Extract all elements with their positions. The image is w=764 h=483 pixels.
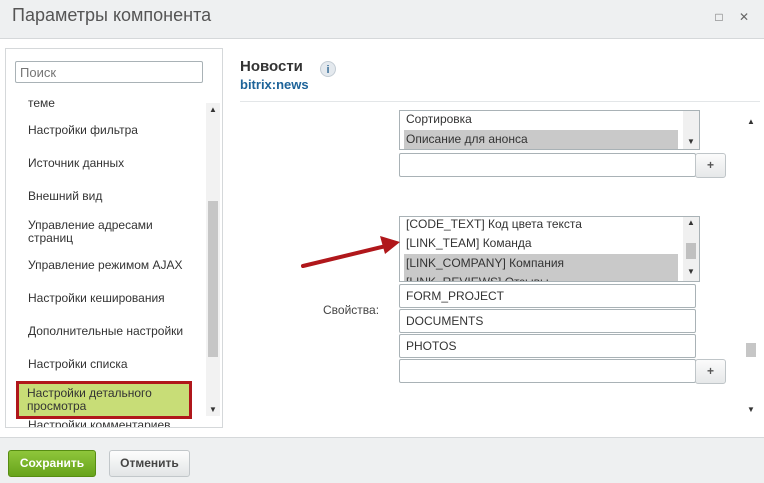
list-option[interactable]: Сортировка — [404, 111, 678, 130]
settings-sidebar: теме Настройки фильтра Источник данных В… — [5, 48, 223, 428]
list-option-selected[interactable]: Описание для анонса — [404, 130, 678, 149]
sidebar-scroll-thumb[interactable] — [208, 201, 218, 357]
properties-label: Свойства: — [323, 303, 380, 317]
listbox-scrollbar[interactable]: ▼ — [683, 111, 699, 149]
scroll-up-icon[interactable]: ▲ — [206, 105, 220, 114]
annotation-arrow-icon — [301, 236, 400, 268]
listbox-scrollbar[interactable]: ▲ ▼ — [683, 217, 699, 281]
content-scroll-thumb[interactable] — [746, 343, 756, 357]
content-scrollbar[interactable]: ▲ ▼ — [743, 115, 759, 420]
info-icon[interactable]: i — [320, 61, 336, 77]
sidebar-scrollbar[interactable]: ▲ ▼ — [206, 103, 220, 416]
dialog-title-bar: Параметры компонента □ ✕ — [0, 0, 764, 39]
property-input[interactable]: DOCUMENTS — [399, 309, 696, 333]
sidebar-item-filter-settings[interactable]: Настройки фильтра — [28, 124, 198, 137]
maximize-icon[interactable]: □ — [712, 10, 726, 24]
sidebar-item-data-source[interactable]: Источник данных — [28, 157, 198, 170]
property-input[interactable]: PHOTOS — [399, 334, 696, 358]
scroll-up-icon[interactable]: ▲ — [684, 218, 698, 227]
scroll-down-icon[interactable]: ▼ — [206, 405, 220, 414]
save-button[interactable]: Сохранить — [8, 450, 96, 477]
list-option-selected[interactable]: [LINK_REVIEWS] Отзывы — [404, 273, 678, 281]
sidebar-item-theme[interactable]: теме — [28, 97, 198, 110]
scroll-up-icon[interactable]: ▲ — [744, 117, 758, 126]
properties-listbox[interactable]: [CODE_TEXT] Код цвета текста [LINK_TEAM]… — [399, 216, 700, 282]
close-icon[interactable]: ✕ — [737, 10, 751, 24]
scroll-down-icon[interactable]: ▼ — [684, 267, 698, 276]
fields-empty-input[interactable] — [399, 153, 696, 177]
sidebar-item-ajax-mode[interactable]: Управление режимом AJAX — [28, 259, 198, 272]
sidebar-item-comments-settings[interactable]: Настройки комментариев — [28, 419, 198, 428]
list-option[interactable]: [CODE_TEXT] Код цвета текста — [404, 217, 678, 234]
sidebar-item-cache-settings[interactable]: Настройки кеширования — [28, 292, 198, 305]
list-option[interactable]: [LINK_TEAM] Команда — [404, 234, 678, 253]
scroll-down-icon[interactable]: ▼ — [684, 137, 698, 146]
sidebar-item-url-management[interactable]: Управление адресами страниц — [28, 219, 198, 245]
dialog-title: Параметры компонента — [12, 5, 212, 25]
sidebar-item-appearance[interactable]: Внешний вид — [28, 190, 198, 203]
property-empty-input[interactable] — [399, 359, 696, 383]
cancel-button[interactable]: Отменить — [109, 450, 190, 477]
listbox-scroll-thumb[interactable] — [686, 243, 696, 259]
sidebar-search-input[interactable] — [15, 61, 203, 83]
component-code: bitrix:news — [240, 77, 309, 92]
scroll-down-icon[interactable]: ▼ — [744, 405, 758, 414]
fields-listbox[interactable]: Сортировка Описание для анонса ▼ — [399, 110, 700, 150]
add-property-button[interactable]: + — [695, 359, 726, 384]
property-input[interactable]: FORM_PROJECT — [399, 284, 696, 308]
sidebar-item-additional-settings[interactable]: Дополнительные настройки — [28, 325, 198, 338]
sidebar-item-detail-settings[interactable]: Настройки детального просмотра — [16, 381, 192, 419]
component-title: Новости — [240, 58, 303, 75]
header-divider — [240, 101, 760, 102]
sidebar-item-list-settings[interactable]: Настройки списка — [28, 358, 198, 371]
list-option-selected[interactable]: [LINK_COMPANY] Компания — [404, 254, 678, 273]
add-field-button[interactable]: + — [695, 153, 726, 178]
